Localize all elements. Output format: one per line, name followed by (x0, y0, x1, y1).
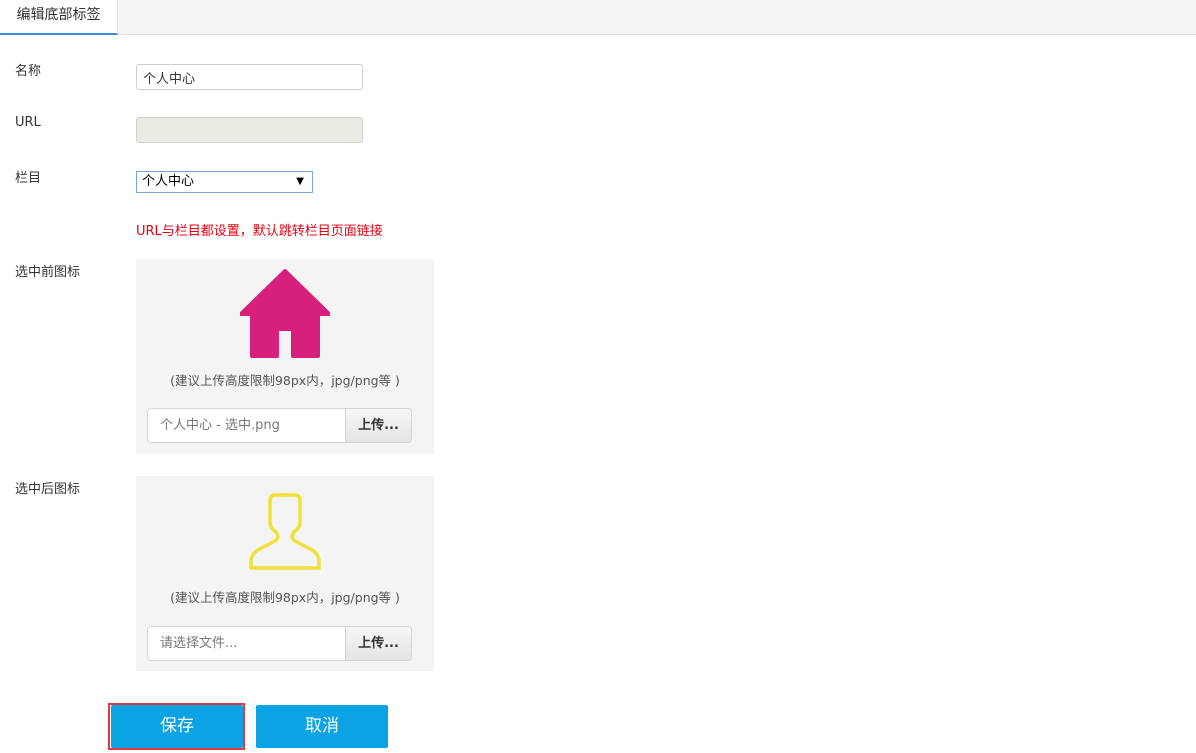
dropdown-arrow-icon: ▼ (296, 176, 304, 187)
icon-before-file-picker[interactable]: 个人中心 - 选中.png 上传... (147, 408, 412, 443)
icon-before-upload-button[interactable]: 上传... (345, 409, 411, 442)
icon-before-preview (136, 269, 434, 363)
url-input (136, 117, 363, 143)
icon-after-upload-button[interactable]: 上传... (345, 627, 411, 660)
cancel-button[interactable]: 取消 (256, 705, 388, 748)
icon-after-file-picker[interactable]: 请选择文件... 上传... (147, 626, 412, 661)
url-column-hint: URL与栏目都设置，默认跳转栏目页面链接 (136, 224, 383, 239)
icon-after-upload-box: (建议上传高度限制98px内，jpg/png等 ) 请选择文件... 上传... (136, 476, 434, 671)
edit-bottom-tab-page: 编辑底部标签 名称 URL 栏目 个人中心 ▼ URL与栏目都设置，默认跳转栏目… (0, 0, 1196, 753)
icon-before-upload-box: (建议上传高度限制98px内，jpg/png等 ) 个人中心 - 选中.png … (136, 259, 434, 454)
icon-after-tip: (建议上传高度限制98px内，jpg/png等 ) (170, 590, 400, 605)
url-label: URL (15, 115, 41, 130)
icon-before-tip: (建议上传高度限制98px内，jpg/png等 ) (170, 373, 400, 388)
name-label: 名称 (15, 64, 42, 79)
icon-before-label: 选中前图标 (15, 265, 81, 280)
tab-bar: 编辑底部标签 (0, 0, 1196, 35)
icon-before-file-name[interactable]: 个人中心 - 选中.png (148, 409, 346, 442)
column-select-value: 个人中心 (142, 174, 195, 189)
tab-edit-bottom-label[interactable]: 编辑底部标签 (0, 0, 118, 35)
column-select[interactable]: 个人中心 ▼ (136, 171, 313, 193)
column-label: 栏目 (15, 171, 42, 186)
save-button[interactable]: 保存 (111, 705, 243, 748)
icon-after-label: 选中后图标 (15, 482, 81, 497)
home-icon (239, 269, 331, 358)
user-outline-icon (249, 493, 321, 570)
name-input[interactable] (136, 64, 363, 90)
icon-after-preview (136, 492, 434, 576)
icon-after-file-name[interactable]: 请选择文件... (148, 627, 346, 660)
